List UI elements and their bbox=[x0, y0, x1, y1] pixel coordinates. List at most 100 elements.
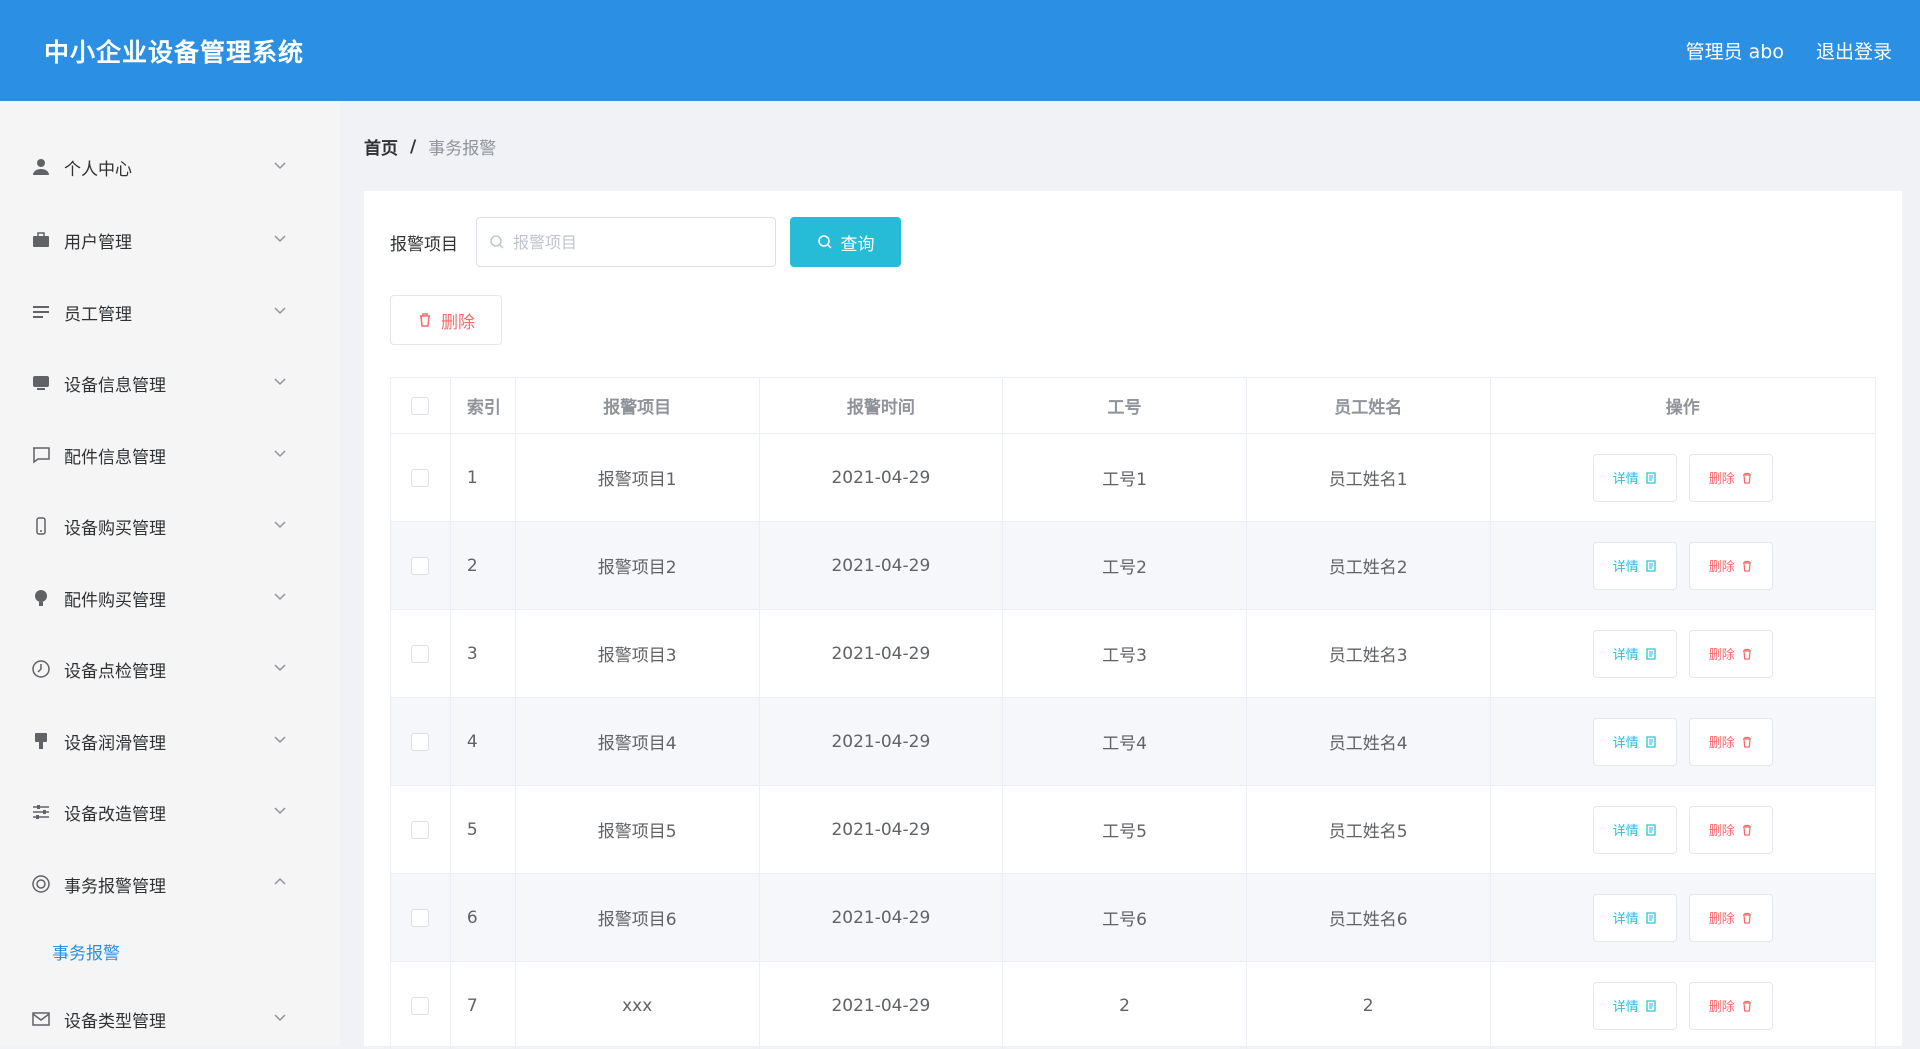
query-button-label: 查询 bbox=[840, 234, 875, 255]
row-checkbox-cell bbox=[391, 698, 451, 785]
clock-icon bbox=[30, 658, 52, 680]
detail-button[interactable]: 详情 bbox=[1592, 541, 1677, 590]
header-operations: 操作 bbox=[1665, 398, 1700, 418]
sidebar-item-label: 配件购买管理 bbox=[64, 590, 166, 611]
header-time: 报警时间 bbox=[760, 378, 1004, 433]
sidebar-item-label: 设备改造管理 bbox=[64, 804, 166, 825]
search-label: 报警项目 bbox=[390, 235, 458, 255]
sidebar-item-device-purchase[interactable]: 设备购买管理 bbox=[0, 500, 340, 552]
sidebar-item-device-type[interactable]: 设备类型管理 bbox=[0, 993, 340, 1045]
cell-operations: 详情 删除 bbox=[1491, 522, 1875, 609]
cell-index: 2 bbox=[451, 522, 516, 609]
row-delete-label: 删除 bbox=[1708, 560, 1735, 575]
chevron-down-icon bbox=[272, 445, 288, 461]
search-input[interactable] bbox=[513, 232, 763, 252]
batch-delete-button[interactable]: 删除 bbox=[390, 295, 502, 345]
sidebar-item-label: 设备信息管理 bbox=[64, 375, 166, 396]
header-employee-no: 工号 bbox=[1003, 378, 1247, 433]
detail-button-label: 详情 bbox=[1612, 648, 1639, 663]
sidebar-item-user-management[interactable]: 用户管理 bbox=[0, 214, 340, 266]
current-user[interactable]: 管理员 abo bbox=[1686, 37, 1784, 64]
detail-button[interactable]: 详情 bbox=[1592, 981, 1677, 1030]
sidebar-item-device-inspection[interactable]: 设备点检管理 bbox=[0, 643, 340, 695]
row-checkbox-cell bbox=[391, 786, 451, 873]
cell-time: 2021-04-29 bbox=[760, 874, 1004, 961]
list-icon bbox=[30, 301, 52, 323]
row-delete-button[interactable]: 删除 bbox=[1688, 629, 1773, 678]
cell-employee-name: 员工姓名5 bbox=[1247, 786, 1491, 873]
search-field[interactable] bbox=[476, 217, 776, 267]
cell-time: 2021-04-29 bbox=[760, 698, 1004, 785]
row-checkbox[interactable] bbox=[411, 556, 430, 575]
sliders-icon bbox=[30, 801, 52, 823]
document-icon bbox=[1645, 911, 1657, 924]
bulb-icon bbox=[30, 587, 52, 609]
sidebar-item-parts-info[interactable]: 配件信息管理 bbox=[0, 429, 340, 481]
sidebar-item-personal-center[interactable]: 个人中心 bbox=[0, 141, 340, 193]
chevron-up-icon bbox=[272, 874, 288, 890]
chat-icon bbox=[30, 444, 52, 466]
table-body: 1 报警项目1 2021-04-29 工号1 员工姓名1 详情 删除 2 报警项目2 2021-0… bbox=[391, 433, 1875, 1049]
row-delete-button[interactable]: 删除 bbox=[1688, 981, 1773, 1030]
breadcrumb-home[interactable]: 首页 bbox=[364, 134, 398, 159]
trash-icon bbox=[1741, 1000, 1753, 1012]
cell-item: 报警项目1 bbox=[516, 434, 760, 521]
row-checkbox[interactable] bbox=[411, 996, 430, 1015]
sidebar-item-alarm-management[interactable]: 事务报警管理 bbox=[0, 858, 340, 910]
detail-button[interactable]: 详情 bbox=[1592, 629, 1677, 678]
cell-employee-name: 员工姓名4 bbox=[1247, 698, 1491, 785]
row-checkbox[interactable] bbox=[411, 468, 430, 487]
chevron-down-icon bbox=[272, 659, 288, 675]
document-icon bbox=[1645, 999, 1657, 1012]
detail-button[interactable]: 详情 bbox=[1592, 805, 1677, 854]
row-delete-label: 删除 bbox=[1708, 648, 1735, 663]
sidebar-item-device-lubrication[interactable]: 设备润滑管理 bbox=[0, 715, 340, 767]
sidebar-item-parts-purchase[interactable]: 配件购买管理 bbox=[0, 572, 340, 624]
cell-index: 7 bbox=[451, 962, 516, 1049]
row-delete-button[interactable]: 删除 bbox=[1688, 717, 1773, 766]
chevron-down-icon bbox=[272, 302, 288, 318]
row-checkbox-cell bbox=[391, 610, 451, 697]
briefcase-icon bbox=[30, 229, 52, 251]
row-delete-button[interactable]: 删除 bbox=[1688, 453, 1773, 502]
sidebar-item-label: 事务报警管理 bbox=[64, 876, 166, 897]
sidebar-item-label: 员工管理 bbox=[64, 304, 132, 325]
trash-icon bbox=[1741, 912, 1753, 924]
row-checkbox[interactable] bbox=[411, 820, 430, 839]
detail-button-label: 详情 bbox=[1612, 824, 1639, 839]
sidebar-item-label: 设备购买管理 bbox=[64, 518, 166, 539]
sidebar-item-device-info[interactable]: 设备信息管理 bbox=[0, 357, 340, 409]
sidebar-item-label: 设备类型管理 bbox=[64, 1011, 166, 1032]
sidebar-item-label: 设备点检管理 bbox=[64, 661, 166, 682]
row-delete-button[interactable]: 删除 bbox=[1688, 805, 1773, 854]
row-checkbox[interactable] bbox=[411, 908, 430, 927]
cell-item: 报警项目5 bbox=[516, 786, 760, 873]
row-delete-button[interactable]: 删除 bbox=[1688, 893, 1773, 942]
breadcrumb-separator: / bbox=[410, 136, 417, 157]
table-row: 4 报警项目4 2021-04-29 工号4 员工姓名4 详情 删除 bbox=[391, 697, 1875, 785]
sidebar-item-device-modification[interactable]: 设备改造管理 bbox=[0, 786, 340, 838]
detail-button[interactable]: 详情 bbox=[1592, 893, 1677, 942]
cell-index: 5 bbox=[451, 786, 516, 873]
sidebar-item-label: 设备润滑管理 bbox=[64, 733, 166, 754]
detail-button[interactable]: 详情 bbox=[1592, 717, 1677, 766]
select-all-checkbox[interactable] bbox=[411, 396, 430, 415]
detail-button[interactable]: 详情 bbox=[1592, 453, 1677, 502]
query-button[interactable]: 查询 bbox=[790, 217, 901, 267]
document-icon bbox=[1645, 823, 1657, 836]
logout-link[interactable]: 退出登录 bbox=[1816, 37, 1892, 64]
main-panel: 报警项目 查询 删除 索引 报警项目 报警时间 工号 员工姓名 操作 1报警项目… bbox=[364, 191, 1902, 1049]
row-delete-label: 删除 bbox=[1708, 824, 1735, 839]
row-checkbox[interactable] bbox=[411, 644, 430, 663]
cell-operations: 详情 删除 bbox=[1491, 874, 1875, 961]
cell-employee-no: 工号1 bbox=[1003, 434, 1247, 521]
sidebar-subitem-alarm[interactable]: 事务报警 bbox=[52, 939, 120, 964]
row-checkbox-cell bbox=[391, 522, 451, 609]
sidebar-item-employee-management[interactable]: 员工管理 bbox=[0, 286, 340, 338]
cell-time: 2021-04-29 bbox=[760, 434, 1004, 521]
row-checkbox[interactable] bbox=[411, 732, 430, 751]
cell-employee-name: 2 bbox=[1247, 962, 1491, 1049]
row-delete-button[interactable]: 删除 bbox=[1688, 541, 1773, 590]
document-icon bbox=[1645, 647, 1657, 660]
trash-icon bbox=[1741, 560, 1753, 572]
